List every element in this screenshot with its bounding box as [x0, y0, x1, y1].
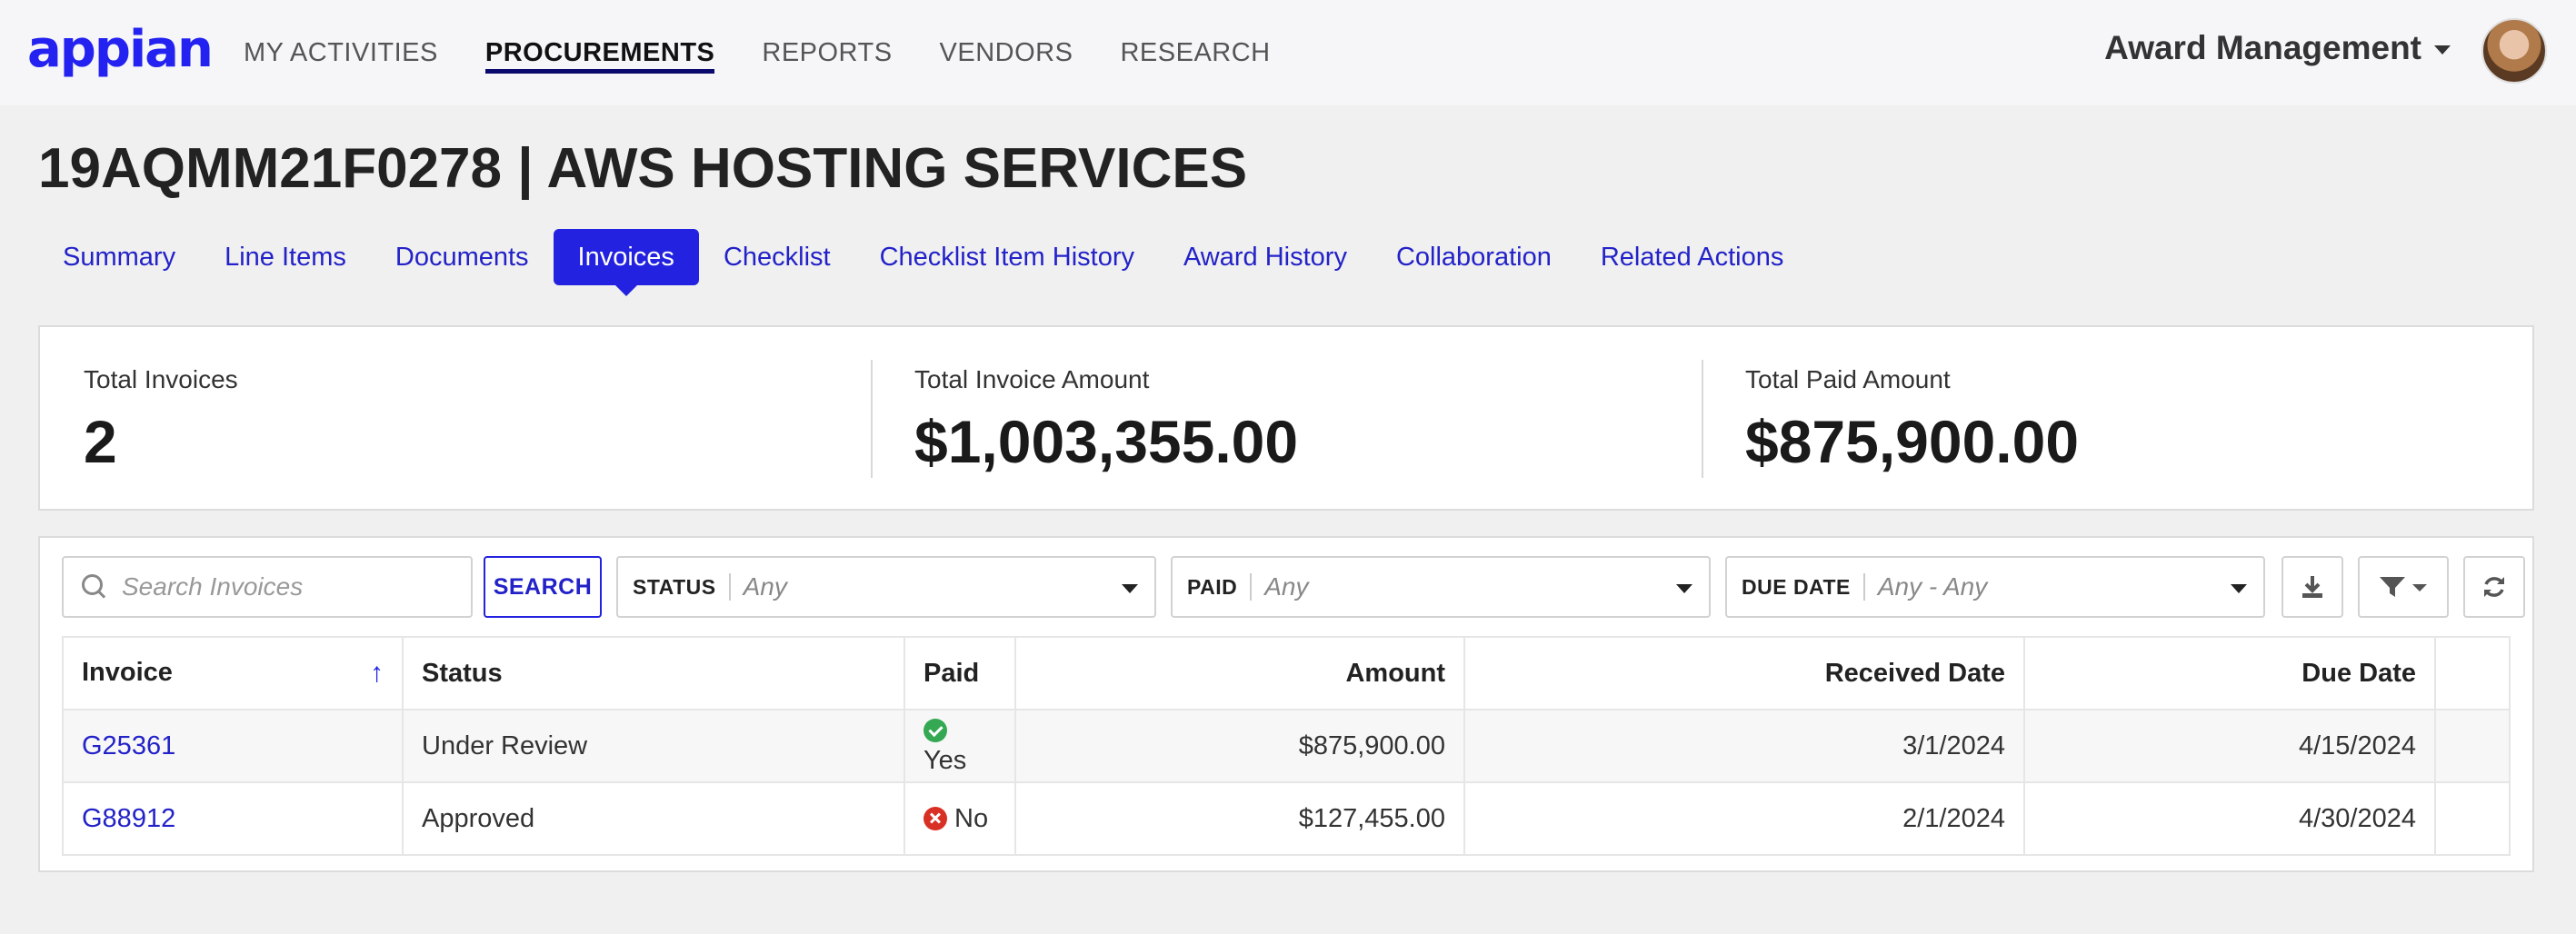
page-title: 19AQMM21F0278 | AWS HOSTING SERVICES — [38, 137, 1248, 200]
tab-related-actions[interactable]: Related Actions — [1576, 229, 1809, 285]
top-nav-bar: appian MY ACTIVITIES PROCUREMENTS REPORT… — [0, 0, 2576, 105]
x-circle-icon — [924, 806, 947, 830]
paid-filter-dropdown[interactable]: PAID Any — [1171, 556, 1711, 618]
nav-reports[interactable]: REPORTS — [762, 0, 892, 105]
check-circle-icon — [924, 719, 947, 742]
due-date-cell: 4/30/2024 — [2023, 781, 2436, 856]
paid-value: No — [954, 803, 989, 833]
filter-value: Any — [743, 572, 787, 601]
kpi-total-invoice-amount: Total Invoice Amount $1,003,355.00 — [871, 327, 1702, 509]
column-header-status[interactable]: Status — [402, 636, 905, 710]
invoice-link[interactable]: G25361 — [82, 731, 175, 760]
appian-logo[interactable]: appian — [27, 20, 214, 79]
column-header-spacer — [2434, 636, 2511, 710]
export-button[interactable] — [2281, 556, 2343, 618]
sort-ascending-icon[interactable]: ↑ — [370, 658, 384, 689]
chevron-down-icon — [2434, 45, 2451, 55]
divider — [1862, 573, 1865, 601]
kpi-value: $875,900.00 — [1745, 408, 2080, 475]
status-cell: Approved — [402, 781, 905, 856]
tab-checklist-item-history[interactable]: Checklist Item History — [855, 229, 1159, 285]
filter-label: PAID — [1187, 574, 1238, 599]
tab-checklist[interactable]: Checklist — [699, 229, 855, 285]
tab-collaboration[interactable]: Collaboration — [1372, 229, 1576, 285]
column-header-paid[interactable]: Paid — [904, 636, 1016, 710]
kpi-label: Total Invoice Amount — [914, 365, 1150, 393]
spacer-cell — [2434, 709, 2511, 783]
column-header-amount[interactable]: Amount — [1014, 636, 1465, 710]
site-menu-label: Award Management — [2104, 29, 2421, 66]
chevron-down-icon — [1676, 584, 1692, 593]
refresh-button[interactable] — [2463, 556, 2525, 618]
table-header-row: Invoice ↑ Status Paid Amount Received Da… — [62, 636, 2511, 710]
tab-documents[interactable]: Documents — [371, 229, 554, 285]
column-header-received-date[interactable]: Received Date — [1463, 636, 2025, 710]
kpi-value: 2 — [84, 408, 117, 475]
record-tabs: Summary Line Items Documents Invoices Ch… — [38, 229, 1809, 296]
user-avatar[interactable] — [2481, 18, 2547, 84]
nav-research[interactable]: RESEARCH — [1120, 0, 1270, 105]
invoices-table: Invoice ↑ Status Paid Amount Received Da… — [62, 636, 2511, 856]
search-icon — [82, 574, 107, 600]
status-filter-dropdown[interactable]: STATUS Any — [616, 556, 1156, 618]
status-cell: Under Review — [402, 709, 905, 783]
received-date-cell: 2/1/2024 — [1463, 781, 2025, 856]
site-menu-dropdown[interactable]: Award Management — [2104, 29, 2451, 67]
column-header-invoice[interactable]: Invoice ↑ — [62, 636, 404, 710]
filter-value: Any — [1264, 572, 1309, 601]
tab-summary[interactable]: Summary — [38, 229, 200, 285]
invoice-summary-card: Total Invoices 2 Total Invoice Amount $1… — [38, 325, 2534, 511]
filter-options-button[interactable] — [2358, 556, 2449, 618]
filter-label: DUE DATE — [1742, 574, 1851, 599]
paid-cell: No — [904, 781, 1016, 856]
spacer-cell — [2434, 781, 2511, 856]
nav-my-activities[interactable]: MY ACTIVITIES — [244, 0, 438, 105]
due-date-filter-dropdown[interactable]: DUE DATE Any - Any — [1725, 556, 2265, 618]
nav-procurements[interactable]: PROCUREMENTS — [484, 0, 715, 105]
paid-cell: Yes — [904, 709, 1016, 783]
chevron-down-icon — [2231, 584, 2247, 593]
kpi-value: $1,003,355.00 — [914, 408, 1299, 475]
grid-toolbar: SEARCH STATUS Any PAID Any DUE DATE Any … — [62, 556, 2525, 618]
kpi-label: Total Invoices — [84, 365, 238, 393]
kpi-total-invoices: Total Invoices 2 — [40, 327, 871, 509]
filter-icon — [2380, 577, 2427, 597]
invoice-link[interactable]: G88912 — [82, 804, 175, 833]
tab-invoices[interactable]: Invoices — [553, 229, 699, 296]
due-date-cell: 4/15/2024 — [2023, 709, 2436, 783]
column-header-due-date[interactable]: Due Date — [2023, 636, 2436, 710]
kpi-total-paid-amount: Total Paid Amount $875,900.00 — [1702, 327, 2532, 509]
paid-value: Yes — [924, 746, 967, 775]
search-input[interactable] — [122, 572, 467, 601]
tab-line-items[interactable]: Line Items — [200, 229, 371, 285]
table-row: G25361 Under Review Yes $875,900.00 3/1/… — [62, 709, 2511, 783]
tab-award-history[interactable]: Award History — [1159, 229, 1372, 285]
filter-value: Any - Any — [1877, 572, 1988, 601]
received-date-cell: 3/1/2024 — [1463, 709, 2025, 783]
filter-label: STATUS — [633, 574, 716, 599]
column-label: Invoice — [82, 658, 173, 687]
refresh-icon — [2484, 577, 2504, 597]
divider — [728, 573, 731, 601]
table-row: G88912 Approved No $127,455.00 2/1/2024 … — [62, 781, 2511, 856]
main-nav: MY ACTIVITIES PROCUREMENTS REPORTS VENDO… — [244, 0, 1318, 105]
invoices-grid-panel: SEARCH STATUS Any PAID Any DUE DATE Any … — [38, 536, 2534, 872]
chevron-down-icon — [1122, 584, 1138, 593]
kpi-label: Total Paid Amount — [1745, 365, 1951, 393]
download-icon — [2302, 576, 2322, 598]
divider — [1250, 573, 1253, 601]
search-button[interactable]: SEARCH — [484, 556, 602, 618]
search-box[interactable] — [62, 556, 473, 618]
nav-vendors[interactable]: VENDORS — [940, 0, 1073, 105]
amount-cell: $127,455.00 — [1014, 781, 1465, 856]
amount-cell: $875,900.00 — [1014, 709, 1465, 783]
